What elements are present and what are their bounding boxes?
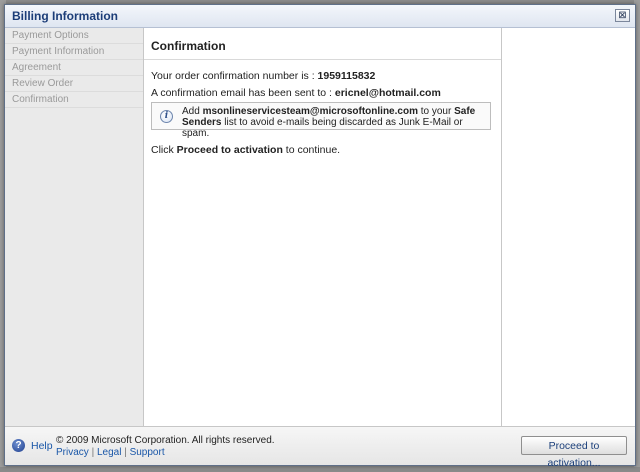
order-number-line: Your order confirmation number is : 1959… [151,70,375,82]
right-panel [502,28,635,426]
instruction-action: Proceed to activation [176,144,283,156]
sidebar-item-label: Payment Information [12,46,105,57]
order-number-label: Your order confirmation number is : [151,70,318,82]
wizard-steps-sidebar: Payment Options Payment Information Agre… [5,28,144,426]
page-title: Confirmation [151,39,226,53]
email-label: A confirmation email has been sent to : [151,87,335,99]
footer-links: Privacy | Legal | Support [56,447,165,458]
billing-dialog: Billing Information ⊠ Payment Options Pa… [4,4,636,469]
help-icon[interactable]: ? [12,439,25,452]
sidebar-item-label: Review Order [12,78,74,89]
safe-senders-notice: i Add msonlineservicesteam@microsoftonli… [151,102,491,139]
proceed-to-activation-button[interactable]: Proceed to activation... [521,436,627,469]
dialog-title: Billing Information [12,9,118,23]
order-number-value: 1959115832 [317,70,376,82]
email-value: ericnel@hotmail.com [334,87,441,99]
safe-senders-text: Add msonlineservicesteam@microsoftonline… [182,106,476,139]
info-icon: i [160,110,173,123]
help-link[interactable]: Help [31,440,53,452]
sidebar-item-label: Agreement [12,62,61,73]
link-separator: | [88,447,97,458]
close-button[interactable]: ⊠ [615,9,630,22]
email-line: A confirmation email has been sent to : … [151,87,441,99]
sidebar-item-payment-information[interactable]: Payment Information [5,44,143,60]
support-link[interactable]: Support [130,447,165,458]
sidebar-item-label: Confirmation [12,94,69,105]
dialog-footer: ? Help © 2009 Microsoft Corporation. All… [5,426,635,469]
copyright-text: © 2009 Microsoft Corporation. All rights… [56,435,275,446]
title-divider [144,59,501,60]
legal-link[interactable]: Legal [97,447,121,458]
sidebar-item-agreement[interactable]: Agreement [5,60,143,76]
sidebar-item-review-order[interactable]: Review Order [5,76,143,92]
close-icon: ⊠ [618,10,627,21]
sidebar-item-label: Payment Options [12,30,89,41]
sender-address: msonlineservicesteam@microsoftonline.com [202,106,418,117]
sidebar-item-payment-options[interactable]: Payment Options [5,28,143,44]
dialog-titlebar: Billing Information ⊠ [5,5,635,28]
link-separator: | [121,447,130,458]
sidebar-item-confirmation[interactable]: Confirmation [5,92,143,108]
privacy-link[interactable]: Privacy [56,447,89,458]
instruction-line: Click Proceed to activation to continue. [151,144,341,156]
confirmation-panel: Confirmation Your order confirmation num… [144,28,502,426]
